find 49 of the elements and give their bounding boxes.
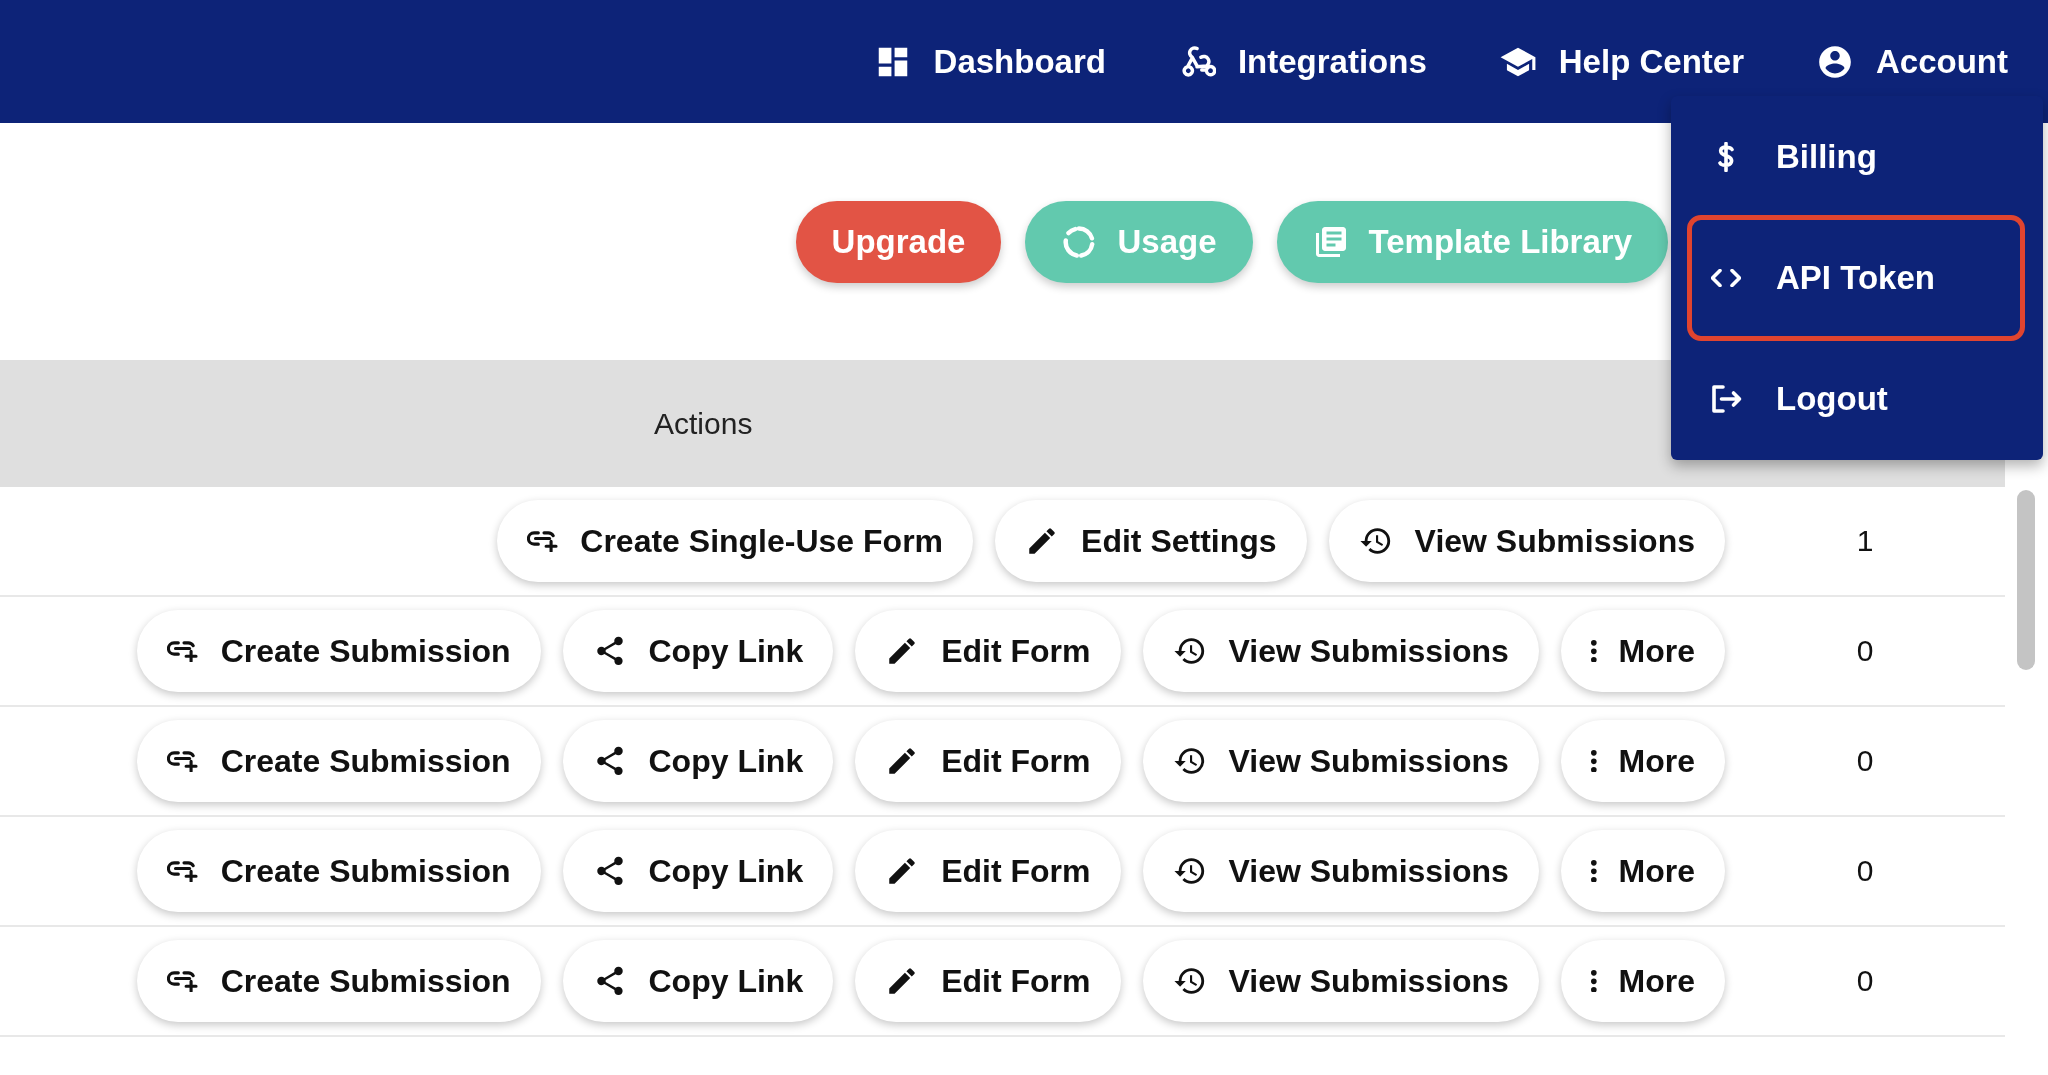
action-button[interactable]: More (1560, 830, 1725, 912)
action-button[interactable]: More (1560, 720, 1725, 802)
action-button[interactable]: View Submissions (1142, 610, 1539, 692)
action-button[interactable]: Copy Link (562, 940, 834, 1022)
action-button[interactable]: More (1560, 940, 1725, 1022)
count-cell-text: 1 (1855, 524, 1875, 558)
action-button[interactable]: Create Submission (137, 720, 541, 802)
menu-item[interactable]: Billing (1687, 107, 2025, 207)
toolbar-button[interactable]: Upgrade (795, 200, 1002, 283)
action-button[interactable]: View Submissions (1142, 830, 1539, 912)
more-vertical-icon (1590, 749, 1597, 773)
link-plus-icon (167, 639, 199, 663)
nav-link[interactable]: Integrations (1177, 42, 1427, 81)
count-cell-text: 0 (1855, 744, 1875, 778)
action-button[interactable]: Create Submission (137, 830, 541, 912)
action-button[interactable]: View Submissions (1142, 720, 1539, 802)
column-header: Actions (654, 406, 753, 441)
link-plus-icon (167, 859, 199, 883)
action-button[interactable]: Create Submission (137, 610, 541, 692)
link-plus-icon (167, 749, 199, 773)
action-button[interactable]: Copy Link (562, 610, 834, 692)
menu-item[interactable]: API Token (1687, 215, 2025, 341)
count-cell-text: 0 (1855, 634, 1875, 668)
action-button[interactable]: Create Submission (137, 940, 541, 1022)
action-button[interactable]: More (1560, 610, 1725, 692)
link-plus-icon (167, 969, 199, 993)
nav-link[interactable]: Dashboard (873, 42, 1106, 81)
nav-link[interactable]: Account (1816, 42, 2008, 81)
action-button[interactable]: Edit Settings (995, 500, 1307, 582)
menu-item[interactable]: Logout (1687, 349, 2025, 449)
count-cell-text: 0 (1855, 854, 1875, 888)
action-button[interactable]: Edit Form (855, 940, 1121, 1022)
dollar-icon (1717, 142, 1735, 172)
action-button[interactable]: Copy Link (562, 720, 834, 802)
action-button[interactable]: Edit Form (855, 830, 1121, 912)
more-vertical-icon (1590, 639, 1597, 663)
scrollbar[interactable] (2017, 490, 2035, 670)
action-button[interactable]: View Submissions (1328, 500, 1725, 582)
code-icon (1711, 269, 1741, 287)
count-cell-text: 0 (1855, 964, 1875, 998)
more-vertical-icon (1590, 969, 1597, 993)
more-vertical-icon (1590, 859, 1597, 883)
link-plus-icon (527, 529, 559, 553)
action-button[interactable]: Edit Form (855, 720, 1121, 802)
action-button[interactable]: Copy Link (562, 830, 834, 912)
nav-link[interactable]: Help Center (1498, 42, 1744, 81)
action-button[interactable]: Create Single-Use Form (497, 500, 974, 582)
action-button[interactable]: Edit Form (855, 610, 1121, 692)
action-button[interactable]: View Submissions (1142, 940, 1539, 1022)
